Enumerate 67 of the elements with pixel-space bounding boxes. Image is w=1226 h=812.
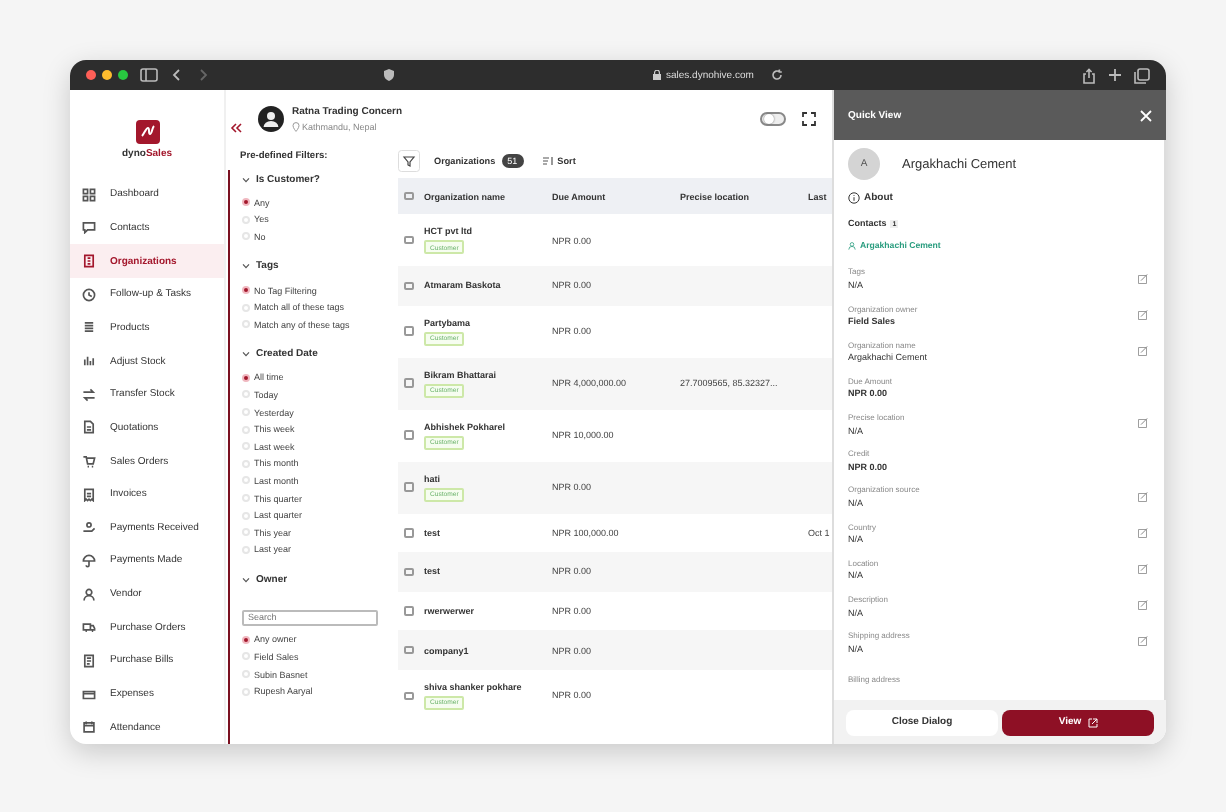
edit-icon[interactable]: [1138, 418, 1148, 429]
receipt-icon: [82, 487, 96, 502]
reload-icon[interactable]: [769, 68, 784, 82]
close-icon[interactable]: [1140, 109, 1152, 121]
edit-icon[interactable]: [1138, 345, 1148, 356]
radio-button[interactable]: [242, 286, 250, 295]
bill-icon: [82, 653, 96, 668]
filter-button[interactable]: [398, 149, 420, 171]
collapse-icon[interactable]: [230, 122, 242, 134]
calendar-icon: [82, 720, 96, 735]
row-checkbox[interactable]: [404, 482, 413, 492]
forward-icon[interactable]: [196, 68, 210, 82]
maximize-window-icon[interactable]: [118, 70, 128, 80]
radio-button[interactable]: [242, 198, 250, 207]
share-icon[interactable]: [1082, 67, 1096, 83]
chevron-icon: [242, 175, 250, 183]
truck-icon: [82, 620, 96, 635]
new-tab-icon[interactable]: [1108, 68, 1122, 82]
umbrella-icon: [82, 553, 96, 568]
edit-icon[interactable]: [1138, 600, 1148, 611]
toggle-switch[interactable]: [760, 111, 786, 125]
row-checkbox[interactable]: [404, 528, 413, 538]
lock-icon: [652, 70, 662, 80]
location-pin-icon: [292, 121, 300, 131]
row-checkbox[interactable]: [404, 378, 413, 388]
row-checkbox[interactable]: [404, 567, 413, 577]
minimize-window-icon[interactable]: [102, 70, 112, 80]
grid-icon: [82, 187, 96, 202]
row-checkbox[interactable]: [404, 430, 413, 440]
info-icon: [848, 192, 860, 204]
hand-coin-icon: [82, 520, 96, 535]
arrows-icon: [82, 387, 96, 402]
edit-icon[interactable]: [1138, 491, 1148, 502]
logo-icon: [135, 119, 159, 144]
row-checkbox[interactable]: [404, 645, 413, 655]
company-avatar: [258, 105, 284, 131]
row-checkbox[interactable]: [404, 691, 413, 701]
row-checkbox[interactable]: [404, 606, 413, 616]
cart-icon: [82, 454, 96, 468]
clock-icon: [82, 287, 96, 302]
card-icon: [82, 687, 96, 702]
edit-icon[interactable]: [1138, 636, 1148, 647]
row-checkbox[interactable]: [404, 235, 413, 245]
shield-icon[interactable]: [382, 68, 396, 82]
person-icon: [848, 241, 856, 249]
close-window-icon[interactable]: [86, 70, 96, 80]
edit-icon[interactable]: [1138, 273, 1148, 284]
fullscreen-icon[interactable]: [802, 111, 816, 125]
sidebar-toggle-icon[interactable]: [140, 68, 158, 82]
bars-icon: [82, 354, 96, 369]
user-icon: [82, 587, 96, 602]
sort-icon: [541, 155, 554, 165]
chat-icon: [82, 220, 96, 235]
document-icon: [82, 420, 96, 435]
edit-icon[interactable]: [1138, 527, 1148, 538]
list-icon: [82, 320, 96, 335]
select-all-checkbox[interactable]: [404, 191, 413, 201]
edit-icon[interactable]: [1138, 309, 1148, 320]
row-checkbox[interactable]: [404, 326, 413, 336]
row-checkbox[interactable]: [404, 281, 413, 291]
building-icon: [82, 254, 96, 269]
radio-button[interactable]: [242, 635, 250, 644]
external-link-icon: [1087, 717, 1098, 727]
back-icon[interactable]: [170, 68, 184, 82]
tabs-overview-icon[interactable]: [1134, 67, 1150, 83]
edit-icon[interactable]: [1138, 564, 1148, 575]
radio-button[interactable]: [242, 373, 250, 382]
